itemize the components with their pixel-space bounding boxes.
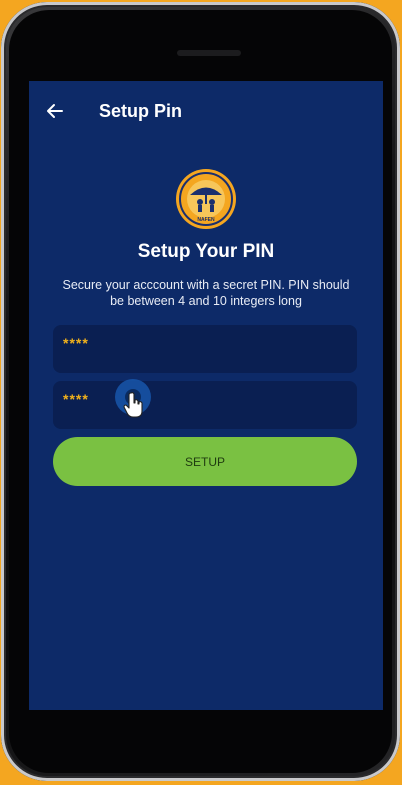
confirm-pin-input[interactable]: **** — [53, 381, 357, 429]
org-logo-icon: NAFEN — [176, 169, 236, 229]
back-arrow-icon[interactable] — [45, 101, 65, 121]
pin-input[interactable]: **** — [53, 325, 357, 373]
app-bar: Setup Pin — [29, 81, 383, 143]
app-screen: Setup Pin NAFEN Setup Your PIN Secure yo… — [29, 81, 383, 710]
phone-speaker — [177, 50, 241, 56]
section-heading: Setup Your PIN — [137, 241, 275, 262]
page-title: Setup Pin — [99, 101, 183, 121]
page-background: Setup Pin NAFEN Setup Your PIN Secure yo… — [0, 0, 402, 785]
logo-text: NAFEN — [197, 217, 215, 223]
instruction-text: Secure your acccount with a secret PIN. … — [62, 278, 350, 308]
setup-button[interactable]: SETUP — [53, 437, 357, 486]
hand-pointer-icon — [123, 392, 143, 418]
